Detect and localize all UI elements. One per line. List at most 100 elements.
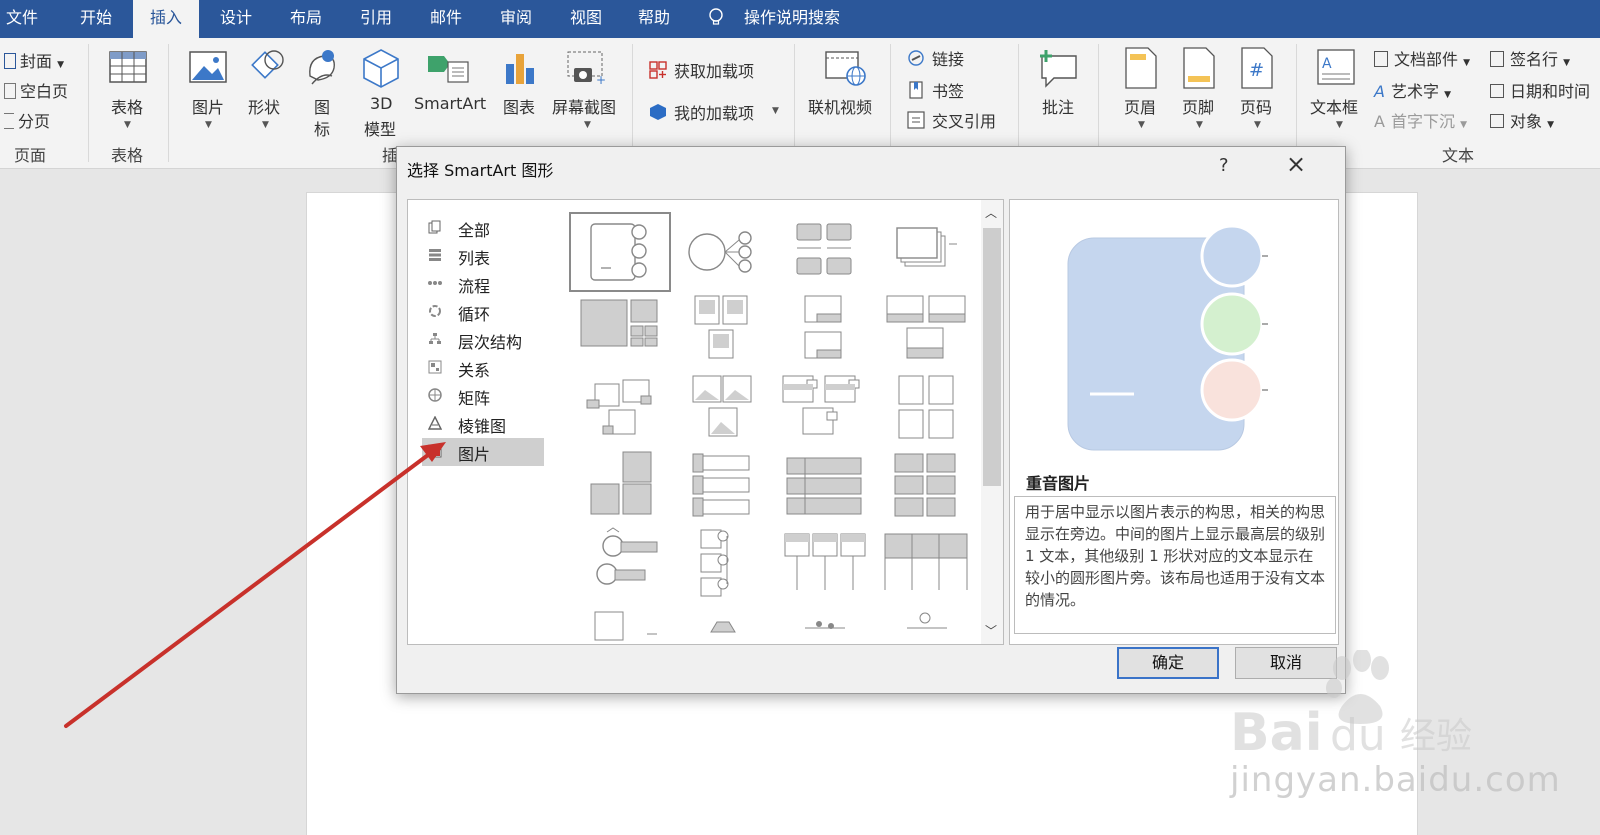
signature-line-button[interactable]: 签名行 ▼ bbox=[1490, 46, 1570, 70]
text-box-button[interactable]: 文本框 bbox=[1310, 94, 1358, 118]
layout-thumbnail[interactable] bbox=[673, 214, 771, 290]
screenshot-button[interactable]: 屏幕截图 bbox=[552, 94, 616, 118]
icons-button-line2[interactable]: 标 bbox=[314, 116, 330, 140]
category-pyramid[interactable]: 棱锥图 bbox=[422, 410, 544, 438]
get-addins-icon bbox=[649, 61, 667, 79]
my-addins-button[interactable]: 我的加载项 bbox=[674, 100, 754, 124]
layout-thumbnail[interactable] bbox=[877, 370, 975, 446]
layout-thumbnail-accented-picture[interactable] bbox=[569, 212, 671, 292]
lightbulb-icon bbox=[709, 8, 723, 25]
layout-thumbnail[interactable] bbox=[775, 604, 873, 645]
tab-home[interactable]: 开始 bbox=[66, 0, 126, 38]
cover-page-button[interactable]: 封面 ▼ bbox=[4, 48, 64, 72]
category-cycle[interactable]: 循环 bbox=[422, 298, 544, 326]
object-icon bbox=[1490, 114, 1504, 128]
page-break-button[interactable]: 分页 bbox=[4, 108, 50, 132]
date-time-button[interactable]: 日期和时间 bbox=[1490, 78, 1590, 102]
tab-review[interactable]: 审阅 bbox=[486, 0, 546, 38]
online-video-icon bbox=[825, 51, 866, 86]
page-number-button[interactable]: 页码 bbox=[1240, 94, 1272, 118]
chevron-down-icon: ▼ bbox=[1196, 120, 1203, 130]
ok-button[interactable]: 确定 bbox=[1117, 647, 1219, 679]
tab-file[interactable]: 文件 bbox=[0, 0, 44, 38]
header-button[interactable]: 页眉 bbox=[1124, 94, 1156, 118]
tab-help[interactable]: 帮助 bbox=[624, 0, 684, 38]
list-icon bbox=[429, 249, 441, 261]
chevron-down-icon: ▼ bbox=[1336, 120, 1343, 130]
smartart-button[interactable]: SmartArt bbox=[414, 94, 486, 113]
tab-layout[interactable]: 布局 bbox=[276, 0, 336, 38]
gallery-scrollbar[interactable]: ︿ ﹀ bbox=[981, 200, 1003, 644]
layout-thumbnail[interactable] bbox=[877, 292, 975, 368]
layout-thumbnail[interactable] bbox=[673, 448, 771, 524]
wordart-button[interactable]: A 艺术字 ▼ bbox=[1374, 78, 1451, 102]
layout-thumbnail[interactable] bbox=[877, 526, 975, 602]
layout-thumbnail[interactable] bbox=[673, 370, 771, 446]
online-video-button[interactable]: 联机视频 bbox=[808, 94, 872, 118]
tab-references[interactable]: 引用 bbox=[346, 0, 406, 38]
category-picture[interactable]: 图片 bbox=[422, 438, 544, 466]
layout-thumbnail[interactable] bbox=[877, 214, 975, 290]
layout-thumbnail[interactable] bbox=[673, 604, 771, 645]
blank-page-button[interactable]: 空白页 bbox=[4, 78, 68, 102]
bookmark-button[interactable]: 书签 bbox=[932, 78, 964, 102]
watermark-url: jingyan.baidu.com bbox=[1230, 760, 1561, 800]
layout-thumbnail[interactable] bbox=[571, 448, 669, 524]
layout-thumbnail[interactable] bbox=[877, 448, 975, 524]
svg-text:A: A bbox=[1322, 56, 1332, 72]
text-box-icon: A bbox=[1317, 49, 1355, 85]
comment-icon bbox=[1040, 50, 1077, 88]
layout-thumbnail[interactable] bbox=[673, 292, 771, 368]
scroll-up-icon[interactable]: ︿ bbox=[985, 204, 997, 221]
quick-parts-icon bbox=[1374, 51, 1388, 67]
category-hierarchy[interactable]: 层次结构 bbox=[422, 326, 544, 354]
scroll-down-icon[interactable]: ﹀ bbox=[985, 622, 997, 639]
chevron-down-icon: ▼ bbox=[124, 120, 131, 130]
signature-icon bbox=[1490, 51, 1504, 67]
cross-reference-button[interactable]: 交叉引用 bbox=[932, 108, 996, 132]
scrollbar-thumb[interactable] bbox=[983, 228, 1001, 486]
chevron-down-icon: ▼ bbox=[57, 60, 65, 70]
quick-parts-button[interactable]: 文档部件 ▼ bbox=[1374, 46, 1470, 70]
3d-model-button-line1[interactable]: 3D bbox=[370, 94, 393, 113]
layout-thumbnail[interactable] bbox=[775, 292, 873, 368]
layout-thumbnail[interactable] bbox=[775, 526, 873, 602]
picture-icon bbox=[189, 51, 227, 83]
category-all[interactable]: 全部 bbox=[422, 214, 544, 242]
layout-thumbnail[interactable] bbox=[775, 214, 873, 290]
picture-button[interactable]: 图片 bbox=[192, 94, 224, 118]
close-button[interactable]: × bbox=[1283, 151, 1309, 177]
ribbon-separator bbox=[632, 44, 633, 162]
layout-thumbnail[interactable] bbox=[571, 526, 669, 602]
tab-insert[interactable]: 插入 bbox=[133, 0, 199, 38]
tell-me-search[interactable]: 操作说明搜索 bbox=[744, 0, 854, 38]
help-button[interactable]: ? bbox=[1219, 155, 1229, 176]
layout-thumbnail[interactable] bbox=[571, 292, 669, 368]
footer-button[interactable]: 页脚 bbox=[1182, 94, 1214, 118]
category-matrix[interactable]: 矩阵 bbox=[422, 382, 544, 410]
shapes-button[interactable]: 形状 bbox=[248, 94, 280, 118]
chart-button[interactable]: 图表 bbox=[503, 94, 535, 118]
layout-thumbnail[interactable] bbox=[571, 370, 669, 446]
comment-button[interactable]: 批注 bbox=[1042, 94, 1074, 118]
get-addins-button[interactable]: 获取加载项 bbox=[674, 58, 754, 82]
drop-cap-button[interactable]: A 首字下沉 ▼ bbox=[1374, 108, 1467, 132]
layout-thumbnail[interactable] bbox=[673, 526, 771, 602]
icons-button-line1[interactable]: 图 bbox=[314, 94, 330, 118]
blank-page-icon bbox=[4, 83, 16, 99]
layout-thumbnail[interactable] bbox=[775, 448, 873, 524]
3d-model-button-line2[interactable]: 模型 bbox=[364, 116, 396, 140]
category-process[interactable]: 流程 bbox=[422, 270, 544, 298]
close-icon: × bbox=[1285, 150, 1307, 178]
object-button[interactable]: 对象 ▼ bbox=[1490, 108, 1554, 132]
category-list-item[interactable]: 列表 bbox=[422, 242, 544, 270]
tab-view[interactable]: 视图 bbox=[556, 0, 616, 38]
link-button[interactable]: 链接 bbox=[932, 46, 964, 70]
tab-design[interactable]: 设计 bbox=[206, 0, 266, 38]
layout-thumbnail[interactable] bbox=[877, 604, 975, 645]
category-relationship[interactable]: 关系 bbox=[422, 354, 544, 382]
table-button[interactable]: 表格 bbox=[111, 94, 143, 118]
layout-thumbnail[interactable] bbox=[571, 604, 669, 645]
tab-mailings[interactable]: 邮件 bbox=[416, 0, 476, 38]
layout-thumbnail[interactable] bbox=[775, 370, 873, 446]
